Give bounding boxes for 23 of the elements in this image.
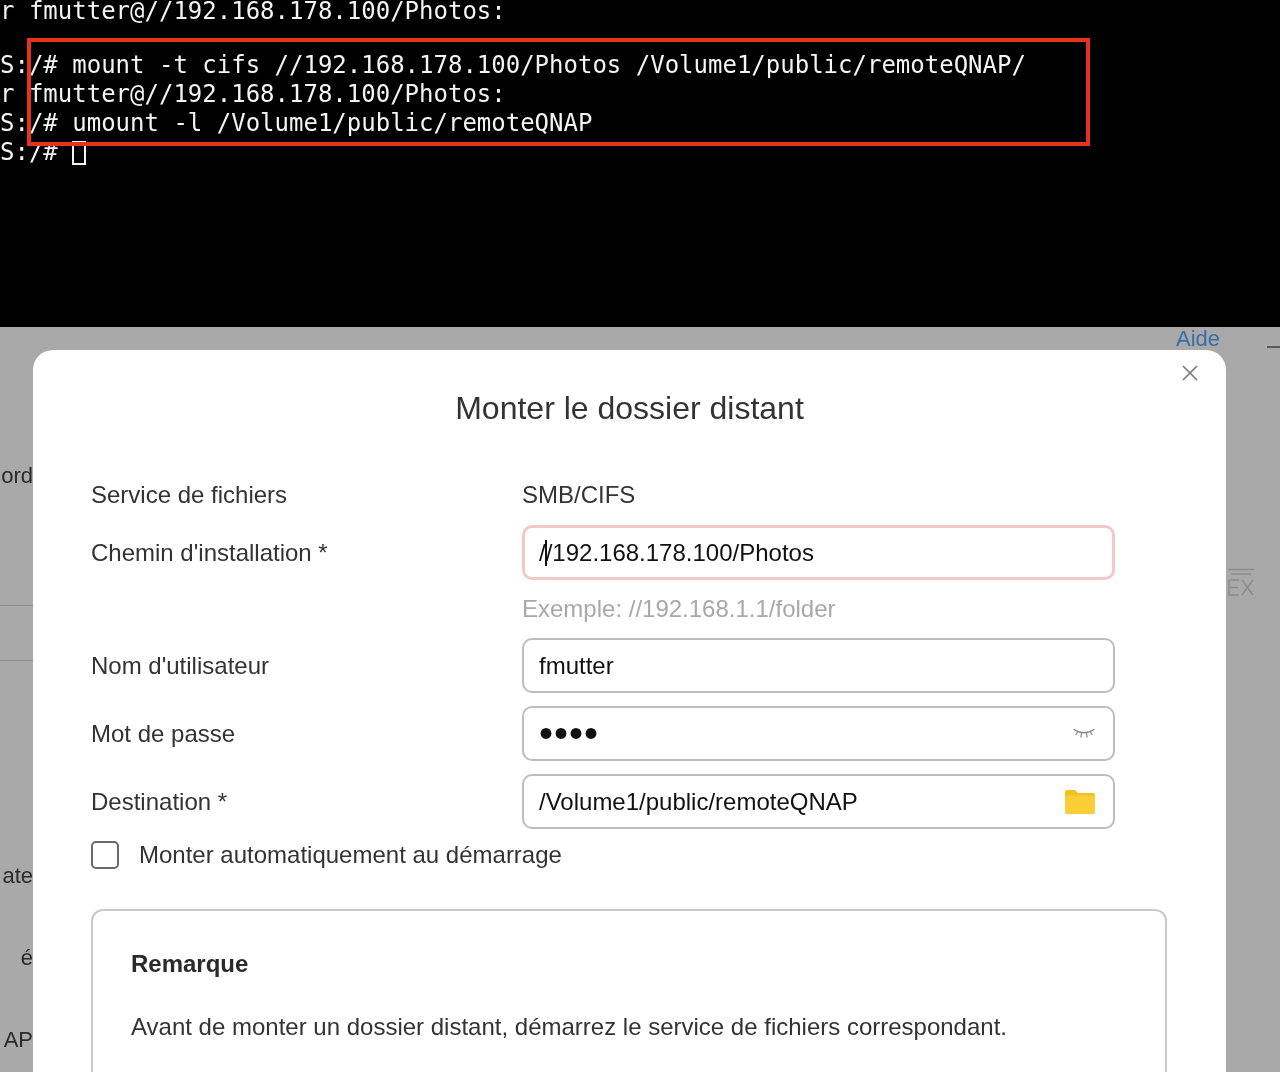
eye-closed-icon[interactable] [1073,728,1095,739]
text-field[interactable]: fmutter [522,638,1115,693]
folder-path-field[interactable]: /Volume1/public/remoteQNAP [522,774,1115,829]
field-label: Mot de passe [91,719,236,748]
field-label: Service de fichiers [91,481,288,509]
field-value: SMB/CIFS [522,481,636,509]
field-label: Chemin d'installation * [91,538,328,567]
password-field[interactable]: •••• [522,706,1115,761]
sidebar-item: ord [1,462,33,490]
field-label: Destination * [91,787,228,816]
sidebar-item: é [20,944,33,972]
sidebar-item: AP [3,1026,33,1054]
sidebar-item: ate [2,862,33,890]
field-hint: Exemple: //192.168.1.1/folder [522,597,836,621]
field-label: Nom d'utilisateur [91,651,269,680]
terminal-line: r fmutter@//192.168.178.100/Photos: [0,0,506,25]
note-text: Avant de monter un dossier distant, démarrez le service de fichiers correspondant. [131,1013,1007,1041]
note-title: Remarque [131,950,249,978]
close-button[interactable] [1181,364,1199,382]
dialog-title: Monter le dossier distant [455,389,804,427]
checkbox-label[interactable]: Monter automatiquement au démarrage [139,841,562,869]
terminal-line: r fmutter@//192.168.178.100/Photos: [0,80,506,108]
checkbox[interactable] [91,841,119,869]
